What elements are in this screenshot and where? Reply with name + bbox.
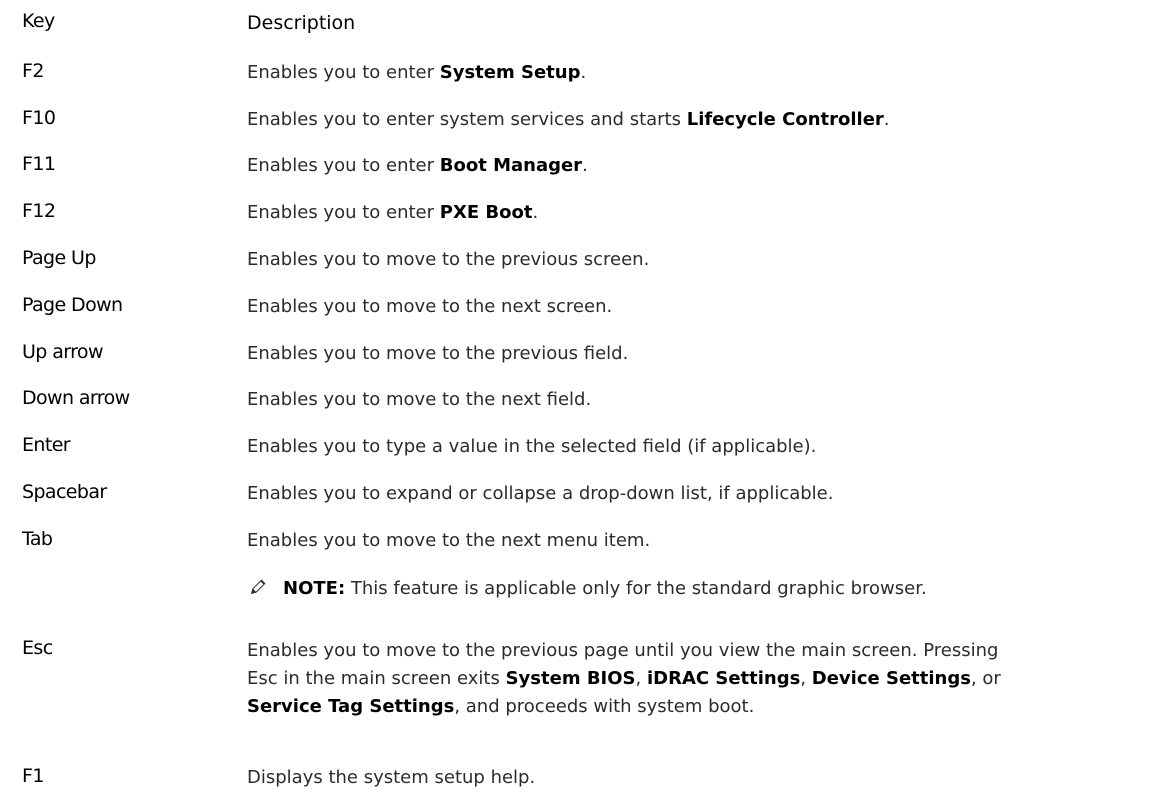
row-description: Enables you to enter Boot Manager.: [247, 155, 588, 176]
row-key: F12: [22, 200, 56, 222]
keyboard-shortcuts-table: Key Description F2 Enables you to enter …: [22, 0, 1153, 788]
row-description: Enables you to expand or collapse a drop…: [247, 483, 834, 504]
note-text: This feature is applicable only for the …: [345, 578, 927, 599]
row-description: Enables you to move to the previous fiel…: [247, 343, 629, 364]
note-label: NOTE:: [283, 578, 346, 599]
row-description: Enables you to move to the previous page…: [247, 640, 1001, 717]
row-description: Enables you to enter System Setup.: [247, 62, 587, 83]
row-key: Tab: [22, 528, 53, 550]
row-key: Spacebar: [22, 481, 107, 503]
row-key: Page Up: [22, 247, 96, 269]
row-key: F2: [22, 60, 44, 82]
row-key: Up arrow: [22, 341, 103, 363]
row-key: Enter: [22, 434, 71, 456]
row-description: Enables you to enter system services and…: [247, 109, 890, 130]
column-header-description: Description: [247, 12, 356, 34]
row-description: Displays the system setup help.: [247, 767, 536, 788]
row-key: F10: [22, 107, 56, 129]
row-description: Enables you to enter PXE Boot.: [247, 202, 539, 223]
note: NOTE: This feature is applicable only fo…: [247, 576, 927, 599]
column-header-key: Key: [22, 10, 55, 32]
row-description: Enables you to move to the previous scre…: [247, 249, 650, 270]
row-key: F1: [22, 765, 44, 787]
row-key: F11: [22, 153, 56, 175]
row-key: Page Down: [22, 294, 123, 316]
row-description: Enables you to move to the next field.: [247, 389, 592, 410]
row-key: Down arrow: [22, 387, 130, 409]
pencil-note-icon: [247, 576, 269, 598]
table-header: Key Description: [22, 10, 1153, 40]
row-description: Enables you to move to the next menu ite…: [247, 530, 651, 551]
row-description: Enables you to move to the next screen.: [247, 296, 613, 317]
row-key: Esc: [22, 637, 53, 659]
row-description: Enables you to type a value in the selec…: [247, 436, 817, 457]
